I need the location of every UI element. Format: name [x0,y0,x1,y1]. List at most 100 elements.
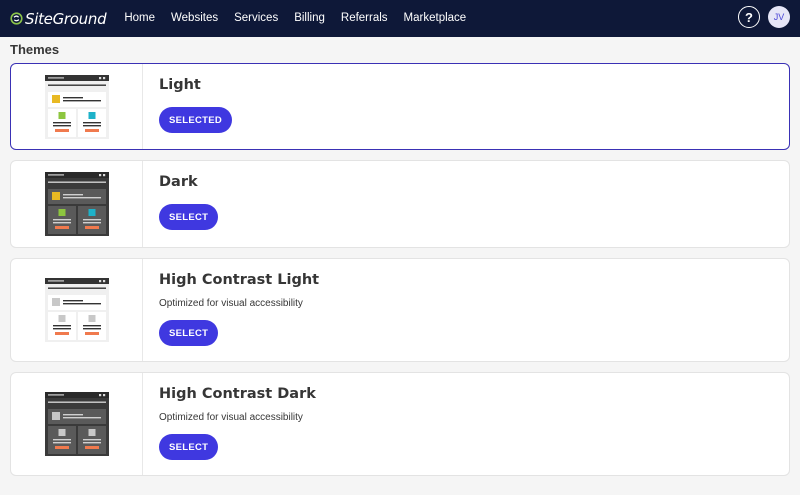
selected-button[interactable]: SELECTED [159,107,233,133]
theme-name: Dark [159,174,198,190]
theme-preview-light [44,74,109,139]
theme-description: Optimized for visual accessibility [159,298,303,309]
nav-home[interactable]: Home [124,0,163,37]
siteground-logo-icon [10,12,23,25]
main-nav: Home Websites Services Billing Referrals… [124,0,474,37]
preview-window-dot [98,394,101,397]
preview-hero-line [62,414,83,416]
page-title: Themes [10,42,60,57]
preview-card-button [54,128,69,132]
brand-name: SiteGround [25,9,107,28]
preview-window-dot [98,280,101,283]
preview-card-accent [88,429,95,436]
preview-card-line [82,328,101,330]
preview-card-accent [58,429,65,436]
theme-card-high-contrast-light[interactable]: High Contrast Light Optimized for visual… [10,258,790,362]
nav-referrals[interactable]: Referrals [333,0,396,37]
preview-window-dot [98,174,101,177]
preview-card-line [52,439,71,441]
preview-card-line [82,121,101,123]
preview-card-line [82,442,101,444]
preview-window-dot [102,76,105,79]
theme-thumbnail-container [11,373,143,475]
preview-subtitle-line [47,84,106,86]
preview-hero-line [62,300,83,302]
preview-hero-line [62,417,101,419]
preview-card-button [54,226,69,229]
preview-window-dot [102,394,105,397]
preview-hero-accent [51,94,60,103]
preview-title-line [47,394,64,396]
preview-card-line [82,325,101,327]
preview-window-dot [98,76,101,79]
preview-title-line [47,76,64,79]
preview-hero-accent [51,412,60,420]
top-navigation-bar: SiteGround Home Websites Services Billin… [0,0,800,37]
theme-list: Light SELECTED Dark SELECT High Contrast… [0,63,800,476]
theme-card-light[interactable]: Light SELECTED [10,63,790,150]
preview-card-accent [88,111,95,119]
siteground-logo[interactable]: SiteGround [10,9,107,28]
preview-subtitle-line [47,401,106,403]
theme-info: Dark SELECT [143,161,219,247]
help-button[interactable]: ? [738,6,760,28]
preview-hero-accent [51,192,60,200]
user-avatar[interactable]: JV [768,6,790,28]
theme-name: High Contrast Light [159,272,320,288]
preview-card-line [82,124,101,126]
theme-card-dark[interactable]: Dark SELECT [10,160,790,248]
preview-card-accent [58,209,65,216]
preview-card-line [52,442,71,444]
preview-card-line [52,121,71,123]
preview-card-line [52,328,71,330]
preview-card-accent [88,315,95,322]
preview-card-line [52,219,71,221]
nav-billing[interactable]: Billing [286,0,333,37]
preview-window-dot [102,280,105,283]
preview-card-line [82,222,101,224]
theme-preview-dark [44,172,109,236]
preview-card-button [84,332,99,335]
preview-hero-accent [51,298,60,306]
preview-title-line [47,174,64,176]
preview-subtitle-line [47,287,106,289]
theme-thumbnail-container [11,64,143,149]
preview-window-dot [102,174,105,177]
select-button[interactable]: SELECT [159,434,219,460]
nav-websites[interactable]: Websites [163,0,226,37]
theme-card-high-contrast-dark[interactable]: High Contrast Dark Optimized for visual … [10,372,790,476]
select-button[interactable]: SELECT [159,320,219,346]
preview-hero-line [62,99,101,101]
preview-card-accent [58,315,65,322]
theme-preview-high-contrast-light [44,278,109,342]
preview-card-line [52,222,71,224]
preview-card-line [52,124,71,126]
preview-card-line [52,325,71,327]
theme-info: Light SELECTED [143,64,233,149]
nav-marketplace[interactable]: Marketplace [396,0,475,37]
preview-title-line [47,280,64,282]
theme-preview-high-contrast-dark [44,392,109,456]
theme-thumbnail-container [11,259,143,361]
preview-card-button [84,446,99,449]
preview-hero-line [62,96,83,98]
preview-card-button [54,332,69,335]
theme-description: Optimized for visual accessibility [159,412,303,423]
theme-info: High Contrast Dark Optimized for visual … [143,373,316,475]
theme-thumbnail-container [11,161,143,247]
preview-card-button [84,128,99,132]
theme-info: High Contrast Light Optimized for visual… [143,259,319,361]
theme-name: High Contrast Dark [159,386,316,402]
preview-card-accent [88,209,95,216]
preview-card-button [84,226,99,229]
preview-subtitle-line [47,181,106,183]
preview-hero-line [62,194,83,196]
header-actions: ? JV [738,6,790,28]
preview-card-accent [58,111,65,119]
theme-name: Light [159,77,201,93]
preview-hero-line [62,303,101,305]
preview-card-line [82,439,101,441]
preview-card-line [82,219,101,221]
nav-services[interactable]: Services [226,0,286,37]
select-button[interactable]: SELECT [159,204,219,230]
